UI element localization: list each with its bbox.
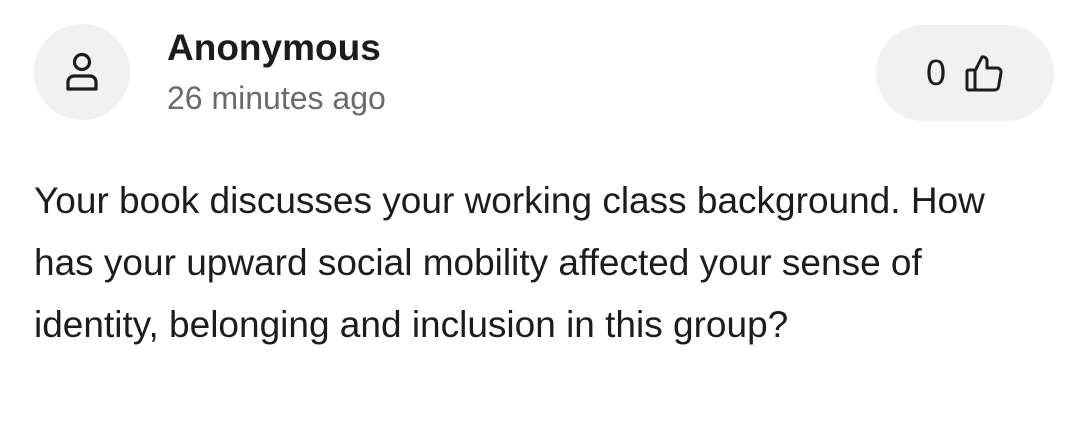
user-icon [64, 52, 100, 92]
upvote-button[interactable]: 0 [876, 25, 1054, 121]
comment-card: Anonymous 26 minutes ago 0 Your book dis… [0, 0, 1077, 431]
comment-header: Anonymous 26 minutes ago 0 [34, 24, 1054, 124]
author-name: Anonymous [167, 27, 381, 68]
avatar [34, 24, 130, 120]
comment-timestamp: 26 minutes ago [167, 80, 386, 116]
comment-text: Your book discusses your working class b… [34, 180, 985, 345]
comment-meta: Anonymous 26 minutes ago [167, 24, 386, 121]
thumbs-up-icon [964, 53, 1004, 93]
vote-count: 0 [925, 52, 947, 93]
